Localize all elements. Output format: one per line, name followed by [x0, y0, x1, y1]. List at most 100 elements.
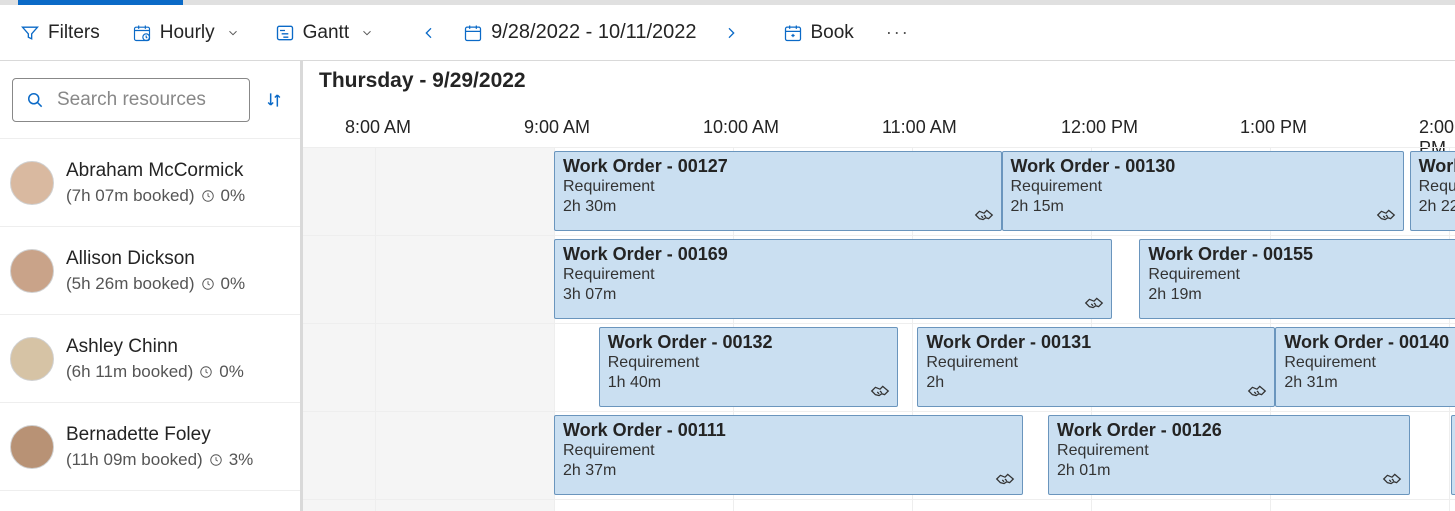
time-tick: 8:00 AM	[345, 117, 411, 138]
calendar-plus-icon	[783, 23, 803, 43]
scale-dropdown[interactable]: Hourly	[120, 13, 255, 53]
resource-name: Abraham McCormick	[66, 160, 245, 182]
booking[interactable]: Work Order - 00126 Requirement 2h 01m	[1048, 415, 1410, 495]
booking-sub1: Requirement	[1148, 265, 1455, 285]
clock-icon	[201, 277, 215, 291]
booking-sub2: 2h 31m	[1284, 373, 1455, 393]
booking-sub1: Requirement	[563, 177, 993, 197]
resource-subtext: (5h 26m booked) 0%	[66, 274, 245, 294]
gantt-icon	[275, 23, 295, 43]
booking-sub1: Requirement	[563, 441, 1014, 461]
booking[interactable]: Work Order - 00127 Requirement 2h 30m	[554, 151, 1002, 231]
resource-row[interactable]: Abraham McCormick (7h 07m booked) 0%	[0, 139, 300, 227]
search-input[interactable]	[55, 88, 237, 112]
book-button[interactable]: Book	[771, 13, 866, 53]
avatar	[10, 425, 54, 469]
booking[interactable]: Work Order - 00132 Requirement 1h 40m	[599, 327, 898, 407]
booking-sub1: Requirement	[608, 353, 889, 373]
date-header: Thursday - 9/29/2022	[303, 61, 1455, 101]
booking-sub2: 2h 22m	[1419, 197, 1455, 217]
booking-sub1: Requirement	[1419, 177, 1455, 197]
time-tick: 12:00 PM	[1061, 117, 1138, 138]
handshake-icon	[994, 468, 1016, 490]
more-options-button[interactable]: ···	[874, 22, 922, 43]
handshake-icon	[1381, 468, 1403, 490]
booking-title: Work Order - 00132	[608, 332, 889, 353]
booking-title: Work Order - 00140	[1284, 332, 1455, 353]
resource-name: Ashley Chinn	[66, 336, 244, 358]
clock-icon	[209, 453, 223, 467]
booking-sub1: Requirement	[563, 265, 1103, 285]
booking-sub1: Requirement	[1057, 441, 1401, 461]
sort-button[interactable]	[260, 84, 288, 116]
booking-sub2: 2h 37m	[563, 461, 1014, 481]
resource-name: Allison Dickson	[66, 248, 245, 270]
time-tick: 1:00 PM	[1240, 117, 1307, 138]
booking-sub2: 2h 15m	[1011, 197, 1396, 217]
resource-subtext: (6h 11m booked) 0%	[66, 362, 244, 382]
time-header: 8:00 AM 9:00 AM 10:00 AM 11:00 AM 12:00 PM 1:…	[303, 101, 1455, 147]
avatar	[10, 161, 54, 205]
booking[interactable]: Work Order - 00155 Requirement 2h 19m	[1139, 239, 1455, 319]
resource-row[interactable]: Ashley Chinn (6h 11m booked) 0%	[0, 315, 300, 403]
time-tick: 9:00 AM	[524, 117, 590, 138]
handshake-icon	[973, 204, 995, 226]
booking[interactable]: Work O Requirement 3h 31m	[1451, 415, 1455, 495]
resource-row[interactable]: Allison Dickson (5h 26m booked) 0%	[0, 227, 300, 315]
date-range-label: 9/28/2022 - 10/11/2022	[491, 21, 696, 44]
filters-button[interactable]: Filters	[8, 13, 112, 53]
booking-sub2: 3h 07m	[563, 285, 1103, 305]
booking[interactable]: Work Order - 00140 Requirement 2h 31m	[1275, 327, 1455, 407]
date-range-button[interactable]: 9/28/2022 - 10/11/2022	[451, 13, 708, 53]
resource-name: Bernadette Foley	[66, 424, 253, 446]
avatar	[10, 249, 54, 293]
booking-title: Work Order - 00127	[563, 156, 993, 177]
gantt-panel: Thursday - 9/29/2022 8:00 AM 9:00 AM 10:00…	[303, 61, 1455, 511]
booking-sub2: 1h 40m	[608, 373, 889, 393]
view-label: Gantt	[303, 22, 349, 44]
booking-sub2: 2h	[926, 373, 1266, 393]
prev-date-button[interactable]	[415, 13, 443, 53]
booking-title: Work Order - 00126	[1057, 420, 1401, 441]
time-tick: 11:00 AM	[882, 117, 957, 138]
avatar	[10, 337, 54, 381]
booking-title: Work Order - 00130	[1011, 156, 1396, 177]
booking-sub1: Requirement	[1011, 177, 1396, 197]
filter-icon	[20, 23, 40, 43]
handshake-icon	[1375, 204, 1397, 226]
book-label: Book	[811, 22, 854, 44]
booking-title: Work Order - 00131	[926, 332, 1266, 353]
view-dropdown[interactable]: Gantt	[263, 13, 389, 53]
clock-icon	[201, 189, 215, 203]
resource-subtext: (7h 07m booked) 0%	[66, 186, 245, 206]
time-tick: 10:00 AM	[703, 117, 779, 138]
calendar-icon	[463, 23, 483, 43]
chevron-down-icon	[223, 23, 243, 43]
off-hours-shade	[303, 147, 554, 511]
booking[interactable]: Work Order - Requirement 2h 22m	[1410, 151, 1455, 231]
booking[interactable]: Work Order - 00111 Requirement 2h 37m	[554, 415, 1023, 495]
booking-sub1: Requirement	[1284, 353, 1455, 373]
gantt-grid[interactable]: Work Order - 00127 Requirement 2h 30m Wo…	[303, 147, 1455, 511]
resource-subtext: (11h 09m booked) 3%	[66, 450, 253, 470]
handshake-icon	[869, 380, 891, 402]
booking[interactable]: Work Order - 00130 Requirement 2h 15m	[1002, 151, 1405, 231]
chevron-down-icon	[357, 23, 377, 43]
search-icon	[25, 90, 45, 110]
resource-panel: Abraham McCormick (7h 07m booked) 0% All…	[0, 61, 303, 511]
calendar-clock-icon	[132, 23, 152, 43]
next-date-button[interactable]	[717, 13, 745, 53]
filters-label: Filters	[48, 22, 100, 44]
booking[interactable]: Work Order - 00131 Requirement 2h	[917, 327, 1275, 407]
booking-sub1: Requirement	[926, 353, 1266, 373]
clock-icon	[199, 365, 213, 379]
search-input-wrap[interactable]	[12, 78, 250, 122]
booking-title: Work Order - 00169	[563, 244, 1103, 265]
booking-title: Work Order - 00111	[563, 420, 1014, 441]
booking[interactable]: Work Order - 00169 Requirement 3h 07m	[554, 239, 1112, 319]
booking-sub2: 2h 01m	[1057, 461, 1401, 481]
booking-title: Work Order -	[1419, 156, 1455, 177]
booking-title: Work Order - 00155	[1148, 244, 1455, 265]
resource-row[interactable]: Bernadette Foley (11h 09m booked) 3%	[0, 403, 300, 491]
handshake-icon	[1083, 292, 1105, 314]
